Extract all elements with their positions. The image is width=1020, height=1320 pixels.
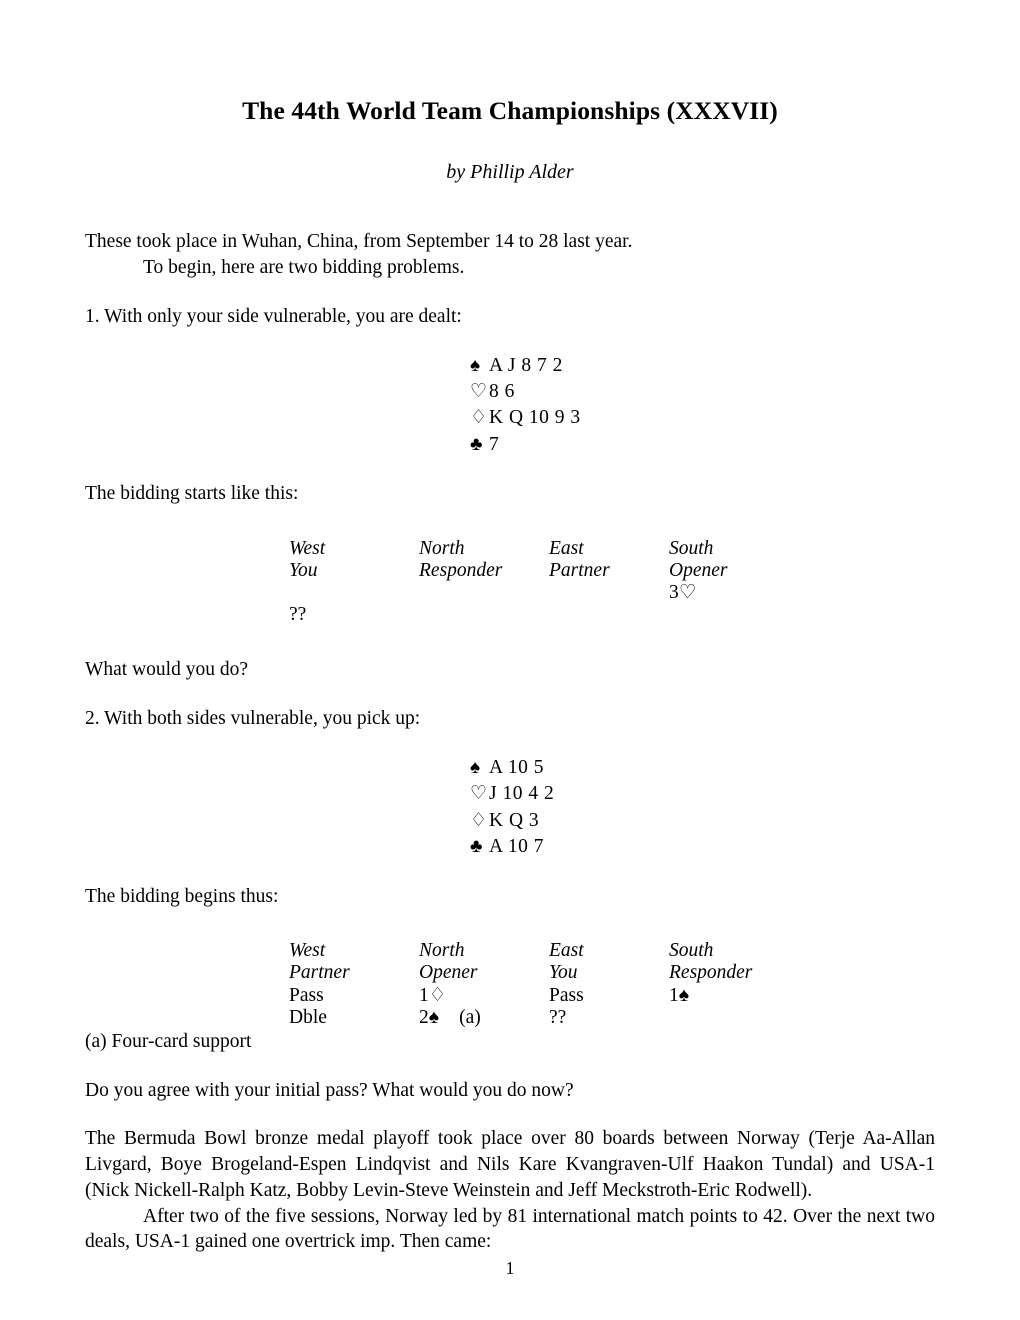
auction-bid-east-2 <box>549 604 669 626</box>
club-cards: 7 <box>489 433 500 455</box>
intro-line-2: To begin, here are two bidding problems. <box>143 257 465 279</box>
auction-bid-north-1: 1♢ <box>419 984 447 1006</box>
problem-2-question: Do you agree with your initial pass? Wha… <box>85 1079 574 1101</box>
spade-suit-icon <box>470 758 489 777</box>
auction-bid-west-2: ?? <box>289 604 307 626</box>
heart-cards: 8 6 <box>489 380 515 402</box>
auction-bid-row: ?? <box>289 604 799 626</box>
auction-bid-south-2 <box>669 604 799 626</box>
intro-line-1: These took place in Wuhan, China, from S… <box>85 231 633 253</box>
auction-bid-row: 3♡ <box>289 582 799 604</box>
auction-bid-south-2 <box>669 1007 799 1029</box>
auction-header-north: North <box>419 940 465 962</box>
problem-2-hand: A 10 5 J 10 4 2 K Q 3 A 10 7 <box>85 755 935 861</box>
problem-1-hand: A J 8 7 2 8 6 K Q 10 9 3 7 <box>85 353 935 459</box>
auction-bid-north-1 <box>419 582 549 604</box>
hand-row-diamonds: K Q 3 <box>470 808 935 834</box>
auction-header-west: West <box>289 940 326 962</box>
problem-1-auction-table: West North East South You Responder Part… <box>289 538 799 627</box>
hand-row-hearts: J 10 4 2 <box>470 781 935 807</box>
auction-note-marker: (a) <box>459 1006 481 1028</box>
auction-role-west: You <box>289 560 318 582</box>
auction-role-south: Responder <box>669 962 753 984</box>
spade-cards: A J 8 7 2 <box>489 354 563 376</box>
auction-bid-north-2-value: 2♠ <box>419 1006 440 1028</box>
auction-header-row: West North East South <box>289 538 799 560</box>
page-number: 1 <box>505 1258 515 1278</box>
auction-bid-west-2: Dble <box>289 1006 327 1028</box>
body-paragraph-2: After two of the five sessions, Norway l… <box>85 1205 935 1253</box>
auction-bid-north-2: 2♠ (a) <box>419 1007 549 1029</box>
problem-1-lead-in: The bidding starts like this: <box>85 483 299 505</box>
problem-2-auction-table: West North East South Partner Opener You… <box>289 940 799 1029</box>
auction-header-east: East <box>549 940 584 962</box>
auction-header-south: South <box>669 537 714 559</box>
auction-bid-east-1 <box>549 582 669 604</box>
auction-bid-west-1 <box>289 582 419 604</box>
problem-2-footnote: (a) Four-card support <box>85 1030 252 1052</box>
problem-2-prompt: 2. With both sides vulnerable, you pick … <box>85 708 421 730</box>
heart-suit-icon <box>470 382 489 401</box>
hand-row-diamonds: K Q 10 9 3 <box>470 405 935 431</box>
auction-role-north: Responder <box>419 560 503 582</box>
hand-row-hearts: 8 6 <box>470 379 935 405</box>
auction-header-east: East <box>549 537 584 559</box>
heart-suit-icon <box>470 784 489 803</box>
club-cards: A 10 7 <box>489 836 545 858</box>
diamond-cards: K Q 10 9 3 <box>489 407 581 429</box>
auction-bid-east-2: ?? <box>549 1006 567 1028</box>
page-title: The 44th World Team Championships (XXXVI… <box>242 96 778 125</box>
auction-roles-row: You Responder Partner Opener <box>289 560 799 582</box>
hand-row-spades: A 10 5 <box>470 755 935 781</box>
problem-1-question: What would you do? <box>85 659 249 681</box>
auction-bid-south-1: 1♠ <box>669 984 690 1006</box>
hand-row-spades: A J 8 7 2 <box>470 353 935 379</box>
byline: by Phillip Alder <box>446 161 574 184</box>
document-page: The 44th World Team Championships (XXXVI… <box>85 0 935 1320</box>
auction-bid-row: Pass 1♢ Pass 1♠ <box>289 985 799 1007</box>
auction-role-east: You <box>549 962 578 984</box>
diamond-suit-icon <box>470 408 489 427</box>
club-suit-icon <box>470 435 489 454</box>
hand-row-clubs: A 10 7 <box>470 834 935 860</box>
spade-suit-icon <box>470 356 489 375</box>
club-suit-icon <box>470 837 489 856</box>
auction-bid-east-1: Pass <box>549 984 584 1006</box>
problem-1-prompt: 1. With only your side vulnerable, you a… <box>85 305 462 327</box>
auction-bid-south-1: 3♡ <box>669 582 697 604</box>
auction-bid-west-1: Pass <box>289 984 324 1006</box>
auction-role-north: Opener <box>419 962 478 984</box>
diamond-cards: K Q 3 <box>489 809 540 831</box>
heart-cards: J 10 4 2 <box>489 783 555 805</box>
auction-header-west: West <box>289 537 326 559</box>
auction-role-east: Partner <box>549 560 610 582</box>
auction-role-west: Partner <box>289 962 350 984</box>
auction-header-row: West North East South <box>289 940 799 962</box>
spade-cards: A 10 5 <box>489 756 545 778</box>
auction-header-north: North <box>419 537 465 559</box>
auction-role-south: Opener <box>669 560 728 582</box>
body-paragraph-1: The Bermuda Bowl bronze medal playoff to… <box>85 1128 935 1201</box>
auction-roles-row: Partner Opener You Responder <box>289 962 799 984</box>
hand-row-clubs: 7 <box>470 432 935 458</box>
diamond-suit-icon <box>470 811 489 830</box>
problem-2-lead-in: The bidding begins thus: <box>85 885 279 907</box>
auction-header-south: South <box>669 940 714 962</box>
auction-bid-north-2 <box>419 604 549 626</box>
auction-bid-row: Dble 2♠ (a) ?? <box>289 1007 799 1029</box>
